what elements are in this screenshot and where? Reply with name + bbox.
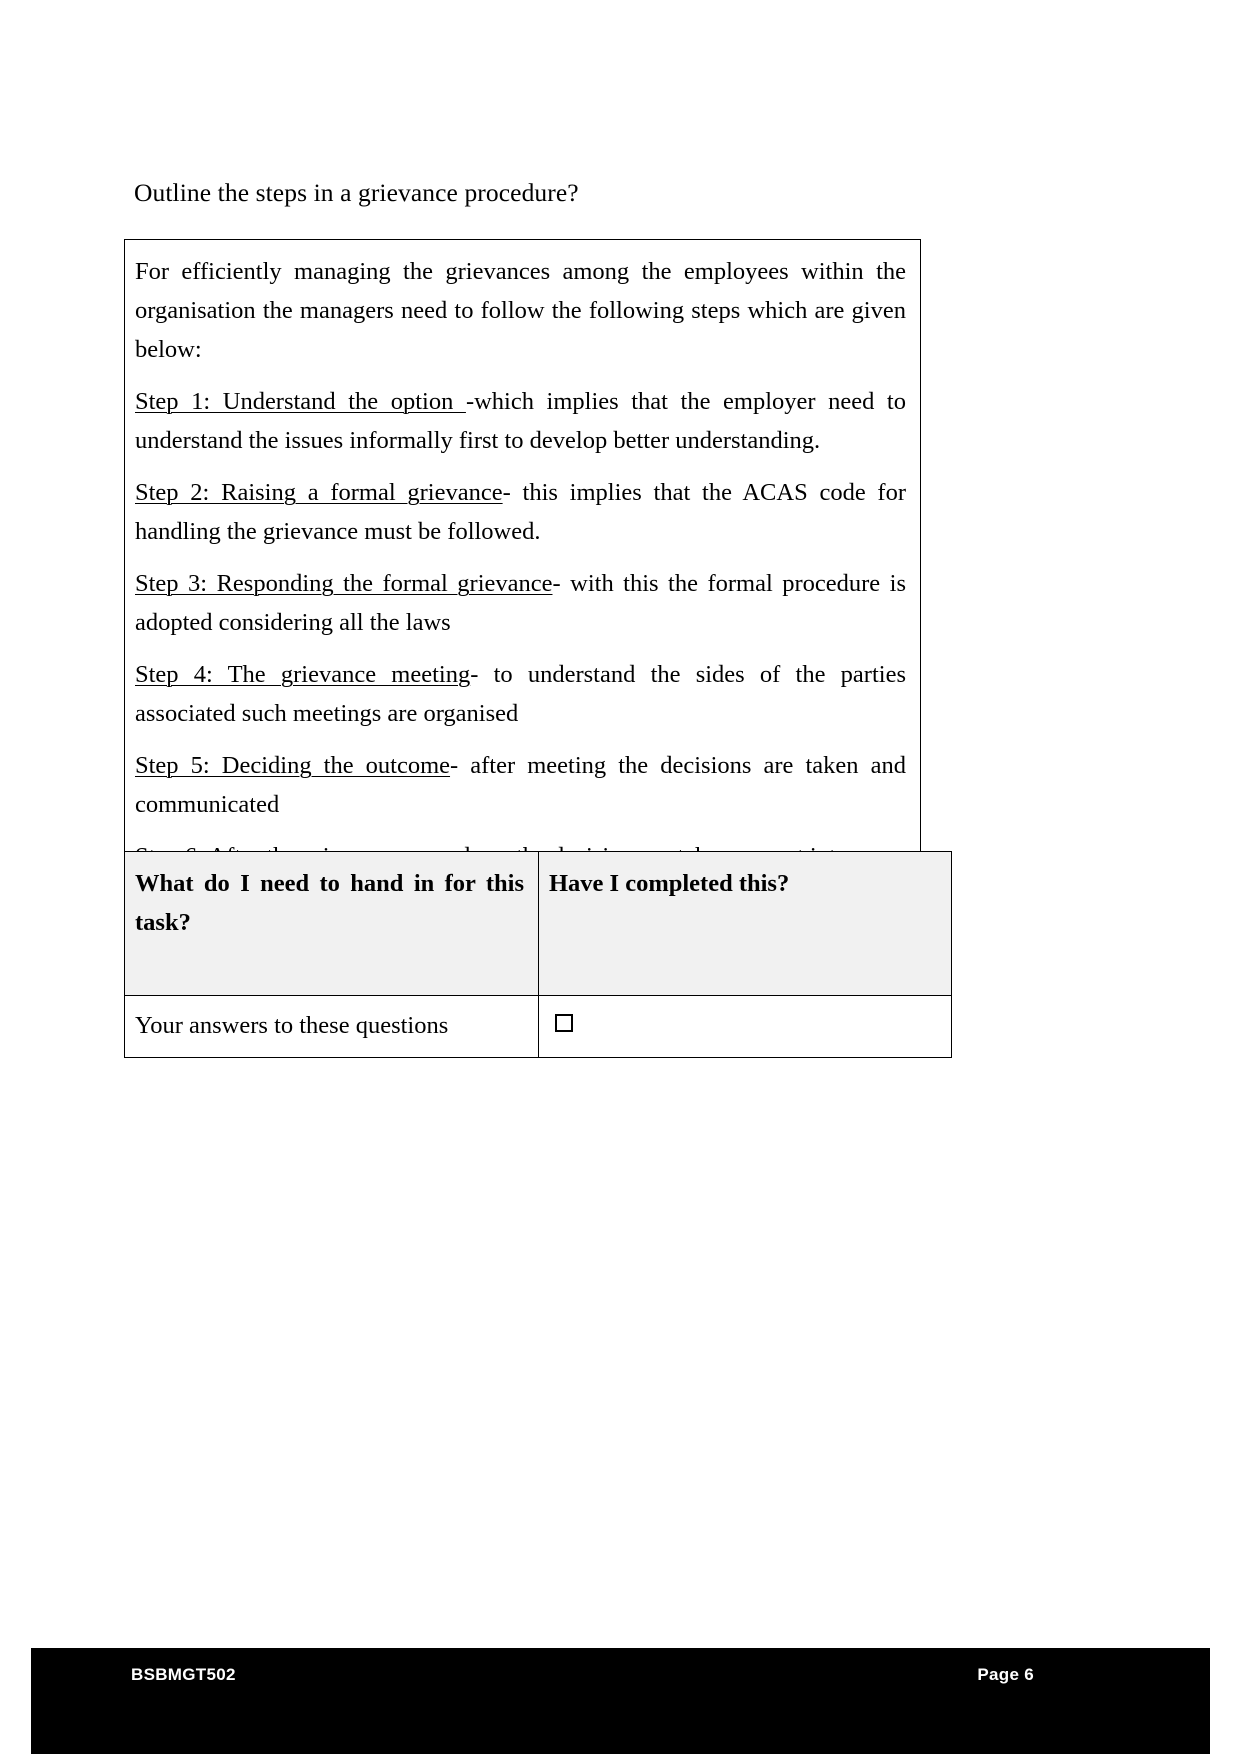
- table-cell-deliverable: Your answers to these questions: [124, 995, 539, 1058]
- answer-step-paragraph-5: Step 5: Deciding the outcome- after meet…: [135, 746, 906, 837]
- table-row: Your answers to these questions: [124, 995, 952, 1058]
- answer-box: For efficiently managing the grievances …: [124, 239, 921, 934]
- answer-step-paragraph-2: Step 2: Raising a formal grievance- this…: [135, 473, 906, 564]
- answer-step-paragraph-3: Step 3: Responding the formal grievance-…: [135, 564, 906, 655]
- answer-intro-text: For efficiently managing the grievances …: [135, 258, 906, 363]
- document-page: Outline the steps in a grievance procedu…: [0, 0, 1241, 1754]
- footer-unit-code: BSBMGT502: [131, 1665, 236, 1684]
- step-1-label: Step 1: Understand the option: [135, 388, 466, 415]
- table-header-deliverable: What do I need to hand in for this task?: [124, 851, 539, 996]
- answer-step-paragraph-4: Step 4: The grievance meeting- to unders…: [135, 655, 906, 746]
- footer-page-number: Page 6: [977, 1665, 1034, 1684]
- table-cell-deliverable-label: Your answers to these questions: [135, 1012, 449, 1039]
- unchecked-checkbox-icon[interactable]: [555, 1014, 573, 1033]
- table-header-completed-label: Have I completed this?: [549, 870, 790, 897]
- table-header-deliverable-label: What do I need to hand in for this task?: [135, 870, 524, 936]
- answer-intro-paragraph: For efficiently managing the grievances …: [135, 252, 906, 382]
- table-header-completed: Have I completed this?: [538, 851, 952, 996]
- page-footer: BSBMGT502 Page 6: [31, 1648, 1210, 1754]
- step-2-label: Step 2: Raising a formal grievance: [135, 479, 503, 506]
- step-5-label: Step 5: Deciding the outcome: [135, 752, 451, 779]
- step-3-label: Step 3: Responding the formal grievance: [135, 570, 553, 597]
- answer-step-paragraph-1: Step 1: Understand the option -which imp…: [135, 382, 906, 473]
- table-header-row: What do I need to hand in for this task?…: [124, 851, 952, 996]
- checklist-table: What do I need to hand in for this task?…: [124, 851, 952, 1058]
- step-4-label: Step 4: The grievance meeting: [135, 661, 471, 688]
- question-prompt: Outline the steps in a grievance procedu…: [134, 178, 579, 207]
- table-cell-completed[interactable]: [538, 995, 952, 1058]
